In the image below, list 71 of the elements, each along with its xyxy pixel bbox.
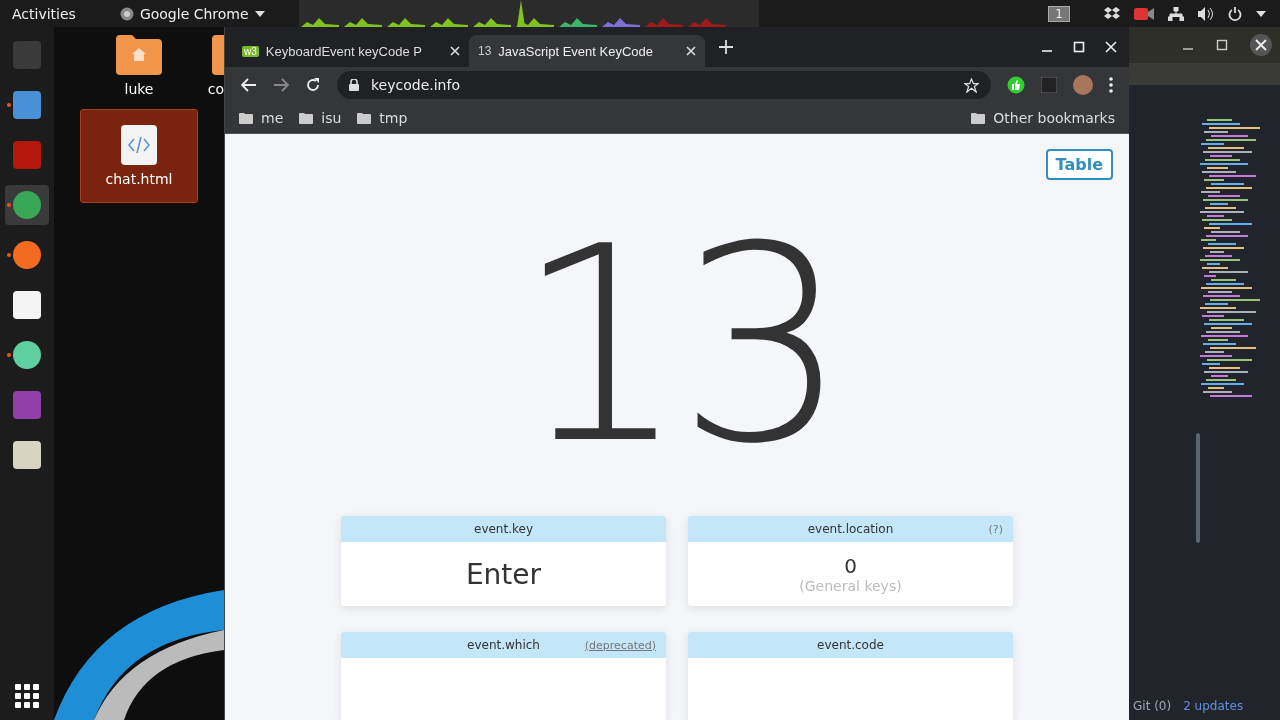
reload-icon[interactable] [305, 77, 321, 93]
card-value: Enter [465, 557, 542, 591]
desktop-icon[interactable]: chat.html [80, 109, 198, 203]
close-icon[interactable] [1105, 41, 1117, 53]
folder-icon [116, 35, 162, 75]
address-bar[interactable]: keycode.info [337, 71, 991, 99]
app-icon [13, 341, 41, 369]
app-icon [13, 141, 41, 169]
card-title: event.key [474, 522, 533, 536]
keycode-number: 13 [515, 187, 839, 505]
running-indicator [7, 353, 11, 357]
workspace-indicator[interactable]: 1 [1048, 5, 1070, 22]
app-icon [13, 191, 41, 219]
activities-button[interactable]: Activities [12, 5, 76, 22]
volume-icon[interactable] [1198, 6, 1214, 21]
card-title: event.which [467, 638, 540, 652]
close-icon[interactable] [450, 46, 460, 56]
network-icon[interactable] [1168, 6, 1184, 21]
avatar-icon[interactable] [1073, 75, 1093, 95]
bookmark-folder[interactable]: me [239, 110, 284, 126]
favicon: w3 [242, 45, 259, 57]
updates-link[interactable]: 2 updates [1183, 699, 1244, 713]
running-indicator [7, 253, 11, 257]
app-menu[interactable]: Google Chrome [119, 5, 265, 22]
close-icon[interactable] [1250, 34, 1272, 56]
card-title: event.location [807, 522, 894, 536]
back-icon[interactable] [241, 78, 257, 92]
app-icon [13, 41, 41, 69]
folder-icon [299, 112, 314, 124]
caret-icon[interactable] [1256, 10, 1266, 17]
browser-tab[interactable]: w3 KeyboardEvent keyCode P [233, 35, 469, 67]
app-grid-icon[interactable] [15, 684, 39, 708]
deprecated-link[interactable]: (deprecated) [584, 638, 656, 652]
close-icon[interactable] [686, 46, 696, 56]
code-file-icon [121, 125, 157, 165]
thumbs-up-icon[interactable] [1007, 76, 1025, 94]
folder-icon [212, 35, 224, 75]
bookmark-folder[interactable]: isu [299, 110, 342, 126]
folder-icon [971, 112, 986, 124]
app-icon [13, 291, 41, 319]
caret-icon [254, 10, 265, 17]
maximize-icon[interactable] [1216, 39, 1228, 51]
folder-icon [357, 112, 372, 124]
desktop-icon[interactable]: co [204, 35, 224, 97]
lock-icon [349, 79, 359, 91]
dropbox-icon[interactable] [1104, 6, 1120, 21]
browser-tab[interactable]: 13 JavaScript Event KeyCode [469, 35, 705, 67]
app-icon [13, 391, 41, 419]
card-title: event.code [817, 638, 884, 652]
git-status[interactable]: Git (0) [1133, 699, 1172, 713]
card-description: (General keys) [799, 578, 902, 594]
app-icon [13, 441, 41, 469]
power-icon[interactable] [1228, 6, 1242, 21]
card-value: 0 [844, 554, 857, 578]
running-indicator [7, 203, 11, 207]
bookmark-folder[interactable]: tmp [357, 110, 408, 126]
new-tab-icon[interactable] [719, 40, 733, 54]
camera-icon[interactable] [1134, 6, 1154, 21]
scrollbar[interactable] [1196, 433, 1200, 543]
desktop-icon[interactable]: luke [81, 35, 197, 99]
help-link[interactable]: (?) [988, 522, 1003, 536]
other-bookmarks[interactable]: Other bookmarks [971, 110, 1115, 126]
forward-icon[interactable] [273, 78, 289, 92]
app-icon [13, 91, 41, 119]
favicon: 13 [478, 44, 492, 58]
folder-icon [239, 112, 253, 124]
menu-icon[interactable] [1109, 77, 1113, 93]
app-icon [13, 241, 41, 269]
star-icon[interactable] [964, 77, 979, 93]
running-indicator [7, 103, 11, 107]
table-button[interactable]: Table [1045, 149, 1113, 180]
